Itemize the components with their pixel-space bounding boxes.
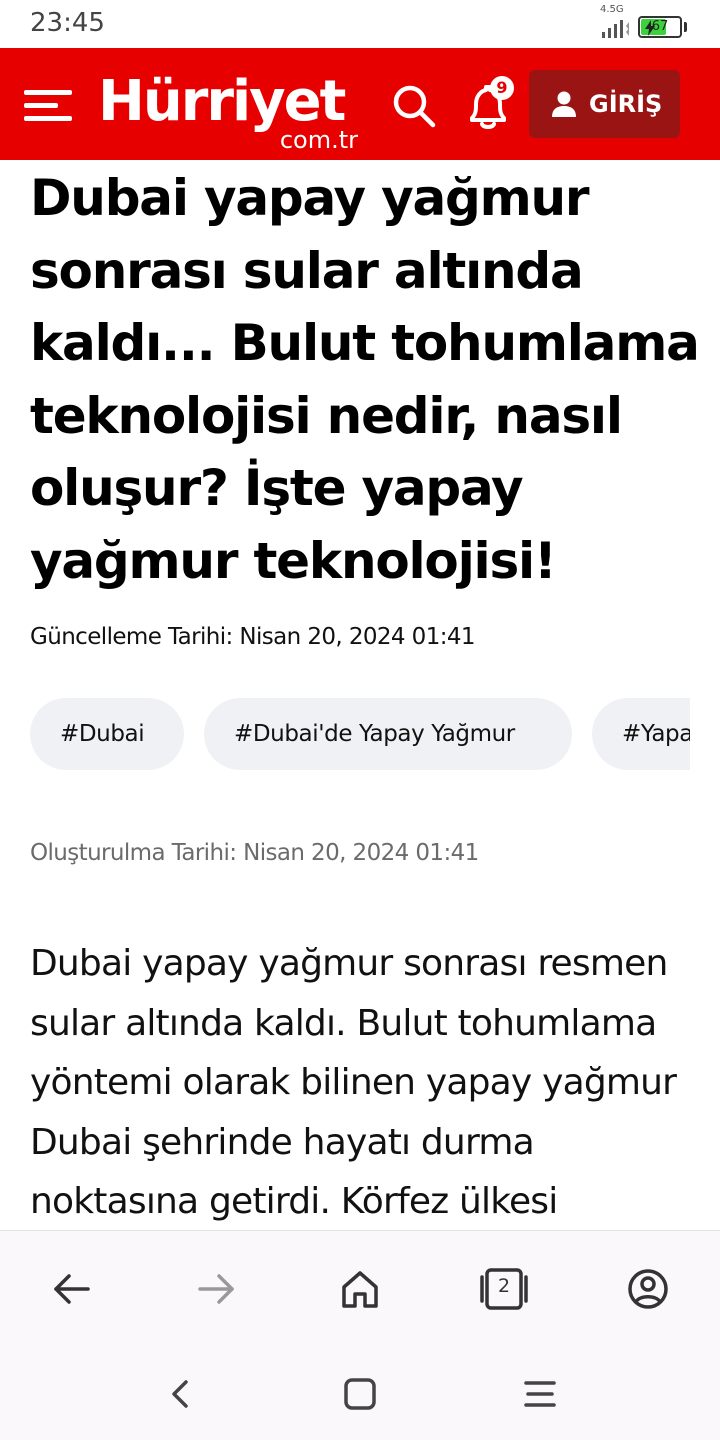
created-date: Oluşturulma Tarihi: Nisan 20, 2024 01:41: [30, 840, 479, 866]
status-bar: 23:45 4.5G 67: [0, 0, 720, 48]
battery-tip: [684, 22, 687, 32]
tag-chip[interactable]: #Yapay: [592, 698, 690, 770]
login-button[interactable]: GİRİŞ: [529, 70, 680, 138]
system-home-icon[interactable]: [338, 1374, 382, 1414]
system-recents-icon[interactable]: [518, 1374, 562, 1414]
search-icon[interactable]: [390, 82, 438, 130]
site-logo[interactable]: Hürriyet com.tr: [98, 70, 364, 156]
battery-percent: 67: [651, 19, 669, 34]
tab-count: 2: [497, 1275, 511, 1297]
account-icon[interactable]: [620, 1261, 676, 1317]
updated-date: Güncelleme Tarihi: Nisan 20, 2024 01:41: [30, 624, 476, 650]
article-headline: Dubai yapay yağmur sonrası sular altında…: [30, 169, 700, 590]
signal-icon: [602, 20, 629, 38]
tag-list: #Dubai #Dubai'de Yapay Yağmur #Yapay: [30, 698, 690, 772]
home-icon[interactable]: [332, 1261, 388, 1317]
notifications-button[interactable]: 9: [462, 76, 514, 134]
article-body: Dubai yapay yağmur sonrası resmen sular …: [30, 943, 677, 1222]
forward-arrow-icon[interactable]: [188, 1261, 244, 1317]
user-icon: [552, 91, 576, 117]
notification-count-badge: 9: [490, 76, 514, 100]
tag-chip[interactable]: #Dubai: [30, 698, 184, 770]
battery-icon: 67: [638, 16, 682, 38]
logo-wordmark: Hürriyet: [98, 69, 346, 134]
system-back-icon[interactable]: [158, 1374, 202, 1414]
logo-domain: com.tr: [279, 126, 358, 154]
browser-toolbar: 2: [0, 1230, 720, 1346]
tag-chip[interactable]: #Dubai'de Yapay Yağmur: [204, 698, 572, 770]
hamburger-menu-icon[interactable]: [24, 84, 74, 126]
status-icons: 4.5G 67: [600, 4, 700, 44]
tabs-button[interactable]: 2: [476, 1261, 532, 1317]
status-time: 23:45: [30, 8, 105, 38]
login-label: GİRİŞ: [589, 90, 663, 118]
back-arrow-icon[interactable]: [44, 1261, 100, 1317]
network-type-label: 4.5G: [600, 4, 624, 15]
site-header: Hürriyet com.tr 9 GİRİŞ: [0, 48, 720, 160]
system-navigation-bar: [0, 1346, 720, 1440]
